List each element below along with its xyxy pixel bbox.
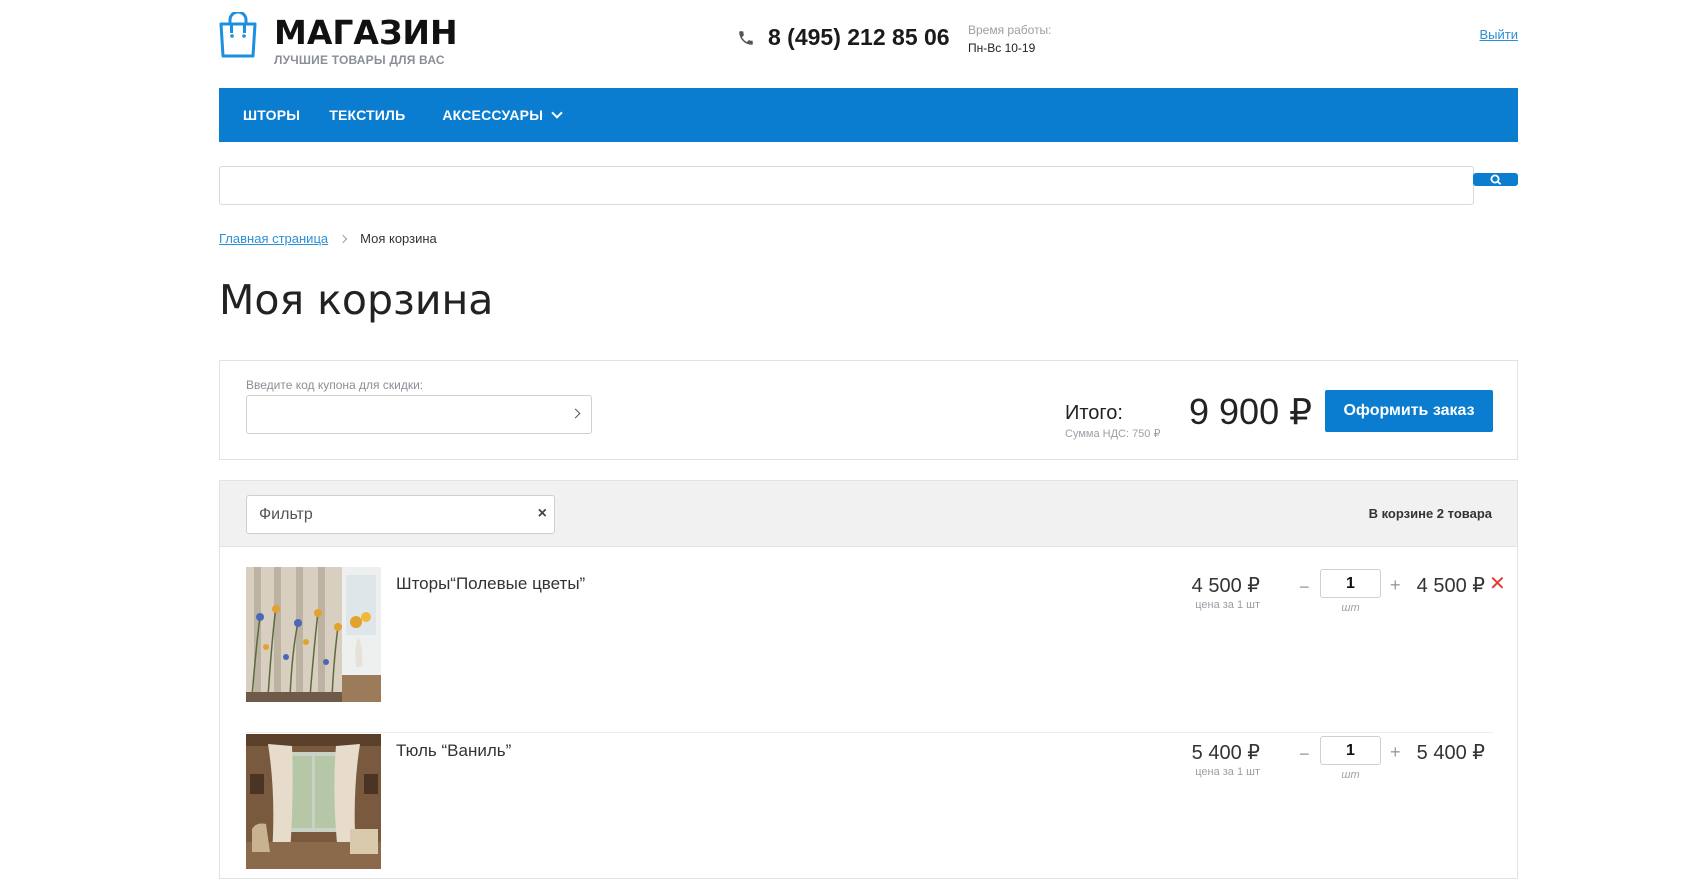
quantity-decrease-button[interactable]: − <box>1299 577 1310 598</box>
site-header: МАГАЗИН ЛУЧШИЕ ТОВАРЫ ДЛЯ ВАС 8 (495) 21… <box>219 0 1518 88</box>
line-total: 5 400 ₽ <box>1416 742 1485 764</box>
search-icon <box>1490 174 1501 185</box>
page-title: Моя корзина <box>219 276 494 324</box>
breadcrumb-home-link[interactable]: Главная страница <box>219 231 328 246</box>
chevron-down-icon <box>551 107 563 119</box>
nav-item-label: ШТОРЫ <box>243 107 301 123</box>
quantity-unit: шт <box>1341 769 1360 781</box>
breadcrumb-current: Моя корзина <box>360 231 437 246</box>
filter-placeholder: Фильтр <box>259 506 313 523</box>
chevron-right-icon <box>338 234 348 243</box>
filter-clear-icon[interactable]: × <box>538 505 547 523</box>
search-bar <box>219 166 1518 205</box>
cart-count: В корзине 2 товара <box>1368 506 1492 521</box>
hours-label: Время работы: <box>968 23 1052 37</box>
nav-item-accessories[interactable]: АКСЕССУАРЫ <box>442 107 563 123</box>
remove-item-icon[interactable]: ✕ <box>1489 571 1506 596</box>
logo-title: МАГАЗИН <box>274 13 458 52</box>
nav-item-textile[interactable]: ТЕКСТИЛЬ <box>329 107 405 123</box>
breadcrumb: Главная страница Моя корзина <box>219 231 1518 246</box>
search-input[interactable] <box>219 166 1474 205</box>
product-name[interactable]: Шторы“Полевые цветы” <box>396 574 585 594</box>
nav-item-label: ТЕКСТИЛЬ <box>329 107 406 123</box>
unit-price: 5 400 ₽ <box>1191 742 1260 764</box>
phone-number: 8 (495) 212 85 06 <box>768 24 950 50</box>
order-summary: Введите код купона для скидки: Итого: Су… <box>219 360 1518 460</box>
product-name[interactable]: Тюль “Ваниль” <box>396 741 511 761</box>
vat-amount: Сумма НДС: 750 ₽ <box>1065 428 1161 440</box>
cart-header: Фильтр × В корзине 2 товара <box>220 481 1517 547</box>
total-value: 9 900 ₽ <box>1189 391 1312 432</box>
unit-price: 4 500 ₽ <box>1191 575 1260 597</box>
quantity-input[interactable]: 1 <box>1320 569 1381 598</box>
search-button[interactable] <box>1473 173 1518 186</box>
working-hours: Время работы: Пн-Вс 10-19 <box>968 23 1052 55</box>
product-image[interactable] <box>246 567 381 702</box>
cart-item: Шторы“Полевые цветы” 4 500 ₽ цена за 1 ш… <box>246 567 1506 733</box>
checkout-button[interactable]: Оформить заказ <box>1325 390 1493 432</box>
shopping-bag-icon <box>219 12 257 58</box>
quantity-unit: шт <box>1341 602 1360 614</box>
coupon-input[interactable] <box>246 395 592 434</box>
quantity-increase-button[interactable]: + <box>1390 575 1401 596</box>
coupon-label: Введите код купона для скидки: <box>246 378 424 392</box>
line-total: 4 500 ₽ <box>1416 575 1485 597</box>
main-nav: ШТОРЫ ТЕКСТИЛЬ АКСЕССУАРЫ <box>219 88 1518 142</box>
total-label: Итого: <box>1065 402 1123 424</box>
logo-subtitle: ЛУЧШИЕ ТОВАРЫ ДЛЯ ВАС <box>274 53 445 67</box>
product-image[interactable] <box>246 734 381 869</box>
nav-item-curtains[interactable]: ШТОРЫ <box>243 107 300 123</box>
cart-list: Фильтр × В корзине 2 товара Шторы“Полевы… <box>219 480 1518 879</box>
phone-block[interactable]: 8 (495) 212 85 06 <box>737 24 950 51</box>
hours-value: Пн-Вс 10-19 <box>968 41 1036 55</box>
nav-item-label: АКСЕССУАРЫ <box>442 107 544 123</box>
logout-link[interactable]: Выйти <box>1480 27 1519 42</box>
quantity-input[interactable]: 1 <box>1320 736 1381 765</box>
phone-icon <box>739 30 753 45</box>
unit-price-note: цена за 1 шт <box>1195 599 1260 611</box>
filter-input[interactable]: Фильтр × <box>246 495 555 534</box>
logo[interactable]: МАГАЗИН ЛУЧШИЕ ТОВАРЫ ДЛЯ ВАС <box>219 12 458 67</box>
quantity-decrease-button[interactable]: − <box>1299 744 1310 765</box>
quantity-increase-button[interactable]: + <box>1390 742 1401 763</box>
coupon-submit-arrow-icon[interactable] <box>570 408 581 419</box>
unit-price-note: цена за 1 шт <box>1195 766 1260 778</box>
cart-item: Тюль “Ваниль” 5 400 ₽ цена за 1 шт − 1 ш… <box>246 734 1493 889</box>
